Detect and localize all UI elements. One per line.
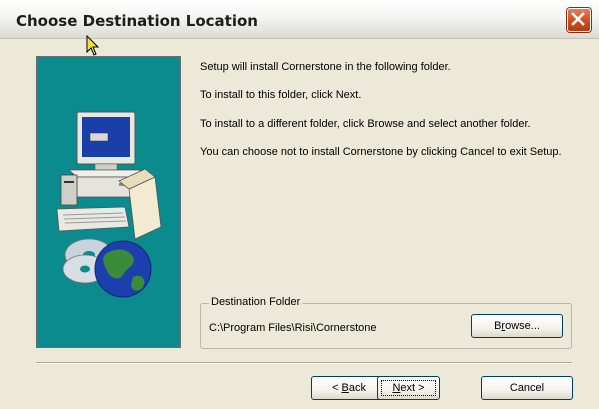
back-button[interactable]: < Back	[311, 376, 387, 400]
intro-text: Setup will install Cornerstone in the fo…	[200, 61, 451, 73]
computer-cd-globe-illustration	[56, 111, 162, 298]
cancel-button-label: Cancel	[509, 382, 545, 394]
window-title: Choose Destination Location	[16, 12, 258, 30]
cancel-instruction-text: You can choose not to install Cornerston…	[200, 146, 562, 158]
title-bar[interactable]: Choose Destination Location	[0, 0, 599, 39]
destination-path: C:\Program Files\Risi\Cornerstone	[209, 322, 377, 334]
button-separator	[36, 362, 572, 364]
browse-button[interactable]: Browse...	[471, 314, 563, 338]
next-instruction-text: To install to this folder, click Next.	[200, 89, 362, 101]
back-button-label: < Back	[332, 382, 366, 394]
next-button[interactable]: Next >	[377, 376, 440, 400]
close-button[interactable]	[567, 8, 591, 32]
mouse-cursor-icon	[86, 35, 100, 56]
browse-instruction-text: To install to a different folder, click …	[200, 118, 531, 130]
setup-dialog: Choose Destination Location Setup will i…	[0, 0, 599, 409]
focus-rectangle	[381, 380, 436, 396]
close-icon	[571, 12, 585, 26]
browse-button-label: Browse...	[494, 320, 540, 332]
cancel-button[interactable]: Cancel	[481, 376, 573, 400]
destination-folder-label: Destination Folder	[209, 296, 303, 308]
setup-illustration-panel	[36, 56, 181, 348]
